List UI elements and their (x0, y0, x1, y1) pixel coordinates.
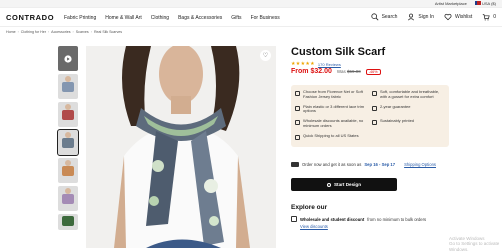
lace-icon (295, 105, 300, 111)
nav-item-home-wall-art[interactable]: Home & Wall Art (105, 15, 142, 21)
us-flag-icon (474, 1, 481, 5)
truck-icon (291, 162, 299, 167)
price: From $32.00 (291, 68, 332, 75)
delivery-info: Order now and get it as soon as Sep 16 -… (291, 162, 436, 167)
thumbnail-image[interactable] (58, 214, 78, 230)
nav-item-bags-accessories[interactable]: Bags & Accessories (178, 15, 222, 21)
shipping-options-link[interactable]: Shipping Options (404, 162, 436, 167)
reviews-link[interactable]: 170 Reviews (318, 62, 341, 67)
scarf-model-photo (86, 46, 276, 248)
breadcrumb: Home › Clothing for Her › Accessories › Sca… (6, 30, 123, 34)
breadcrumb-accessories[interactable]: Accessories (51, 30, 70, 34)
thumbnail-image[interactable] (58, 102, 78, 127)
comfort-icon (372, 91, 377, 96)
was-price: Was $59.00 (336, 69, 361, 74)
site-header: CONTRADO Fabric Printing Home & Wall Art… (0, 9, 502, 27)
feature-item: Choose from Florence Net or Soft Fashion… (295, 89, 368, 102)
thumbnail-image[interactable] (58, 186, 78, 211)
cart-count: 0 (493, 14, 496, 20)
thumbnail-gallery (57, 46, 80, 233)
sign-in-button[interactable]: Sign In (407, 13, 434, 21)
nav-item-fabric-printing[interactable]: Fabric Printing (64, 15, 96, 21)
discount-badge: -46% (365, 68, 381, 75)
nav-item-for-business[interactable]: For Business (251, 15, 280, 21)
wholesale-row: Wholesale and student discount from no mi… (291, 216, 426, 222)
cart-button[interactable]: 0 (482, 13, 496, 21)
nav-item-clothing[interactable]: Clothing (151, 15, 169, 21)
video-thumbnail[interactable] (58, 46, 78, 71)
search-button[interactable]: Search (370, 13, 397, 21)
leaf-icon (372, 120, 377, 126)
play-icon (64, 54, 72, 63)
discount-tag-icon (291, 216, 297, 222)
thumbnail-image[interactable] (58, 158, 78, 183)
region-selector[interactable]: USA ($) (474, 1, 496, 6)
heart-icon (444, 13, 452, 21)
view-discounts-link[interactable]: View discounts (300, 224, 328, 229)
main-nav: Fabric Printing Home & Wall Art Clothing… (64, 15, 280, 21)
thumbnail-image[interactable] (58, 74, 78, 99)
search-icon (370, 13, 379, 21)
star-rating-icon: ★★★★★ (291, 61, 315, 67)
user-icon (408, 13, 415, 21)
thumbnail-image-selected[interactable] (57, 129, 79, 156)
nav-item-gifts[interactable]: Gifts (231, 15, 241, 21)
rating-row: ★★★★★ 170 Reviews (291, 61, 341, 67)
wishlist-button[interactable]: Wishlist (444, 13, 472, 21)
feature-item: Wholesale discounts available, no minimu… (295, 118, 368, 131)
explore-heading: Explore our (291, 204, 328, 211)
heart-icon: ♡ (262, 53, 269, 59)
feature-panel: Choose from Florence Net or Soft Fashion… (291, 85, 449, 147)
product-main-image[interactable]: ♡ (86, 46, 276, 248)
artist-marketplace-link[interactable]: Artist Marketplace (435, 1, 467, 6)
feature-item: Plain elastic or 3 different lace trim o… (295, 104, 368, 117)
guarantee-icon (372, 105, 377, 111)
shipping-icon (295, 134, 300, 140)
price-row: From $32.00 Was $59.00 -46% (291, 68, 381, 75)
breadcrumb-current: Real Silk Scarves (93, 30, 123, 34)
product-title: Custom Silk Scarf (291, 46, 386, 58)
breadcrumb-home[interactable]: Home (6, 30, 16, 34)
fabric-icon (295, 91, 300, 96)
start-design-button[interactable]: Start Design (291, 178, 397, 191)
top-utility-bar: Artist Marketplace USA ($) (0, 0, 502, 8)
feature-item: Quick Shipping to all US States (295, 133, 368, 142)
delivery-dates: Sep 16 - Sep 17 (364, 162, 396, 167)
cart-icon (483, 14, 490, 21)
feature-item: Soft, comfortable and breathable, with a… (372, 89, 445, 102)
breadcrumb-scarves[interactable]: Scarves (76, 30, 89, 34)
feature-item: Sustainably printed (372, 118, 445, 131)
discount-icon (295, 120, 300, 126)
windows-watermark: Activate Windows Go to Settings to activ… (449, 236, 500, 252)
breadcrumb-clothing-for-her[interactable]: Clothing for Her (21, 30, 46, 34)
logo[interactable]: CONTRADO (6, 13, 54, 22)
feature-item: 2-year guarantee (372, 104, 445, 117)
design-icon (326, 182, 331, 187)
wishlist-toggle[interactable]: ♡ (260, 50, 271, 61)
